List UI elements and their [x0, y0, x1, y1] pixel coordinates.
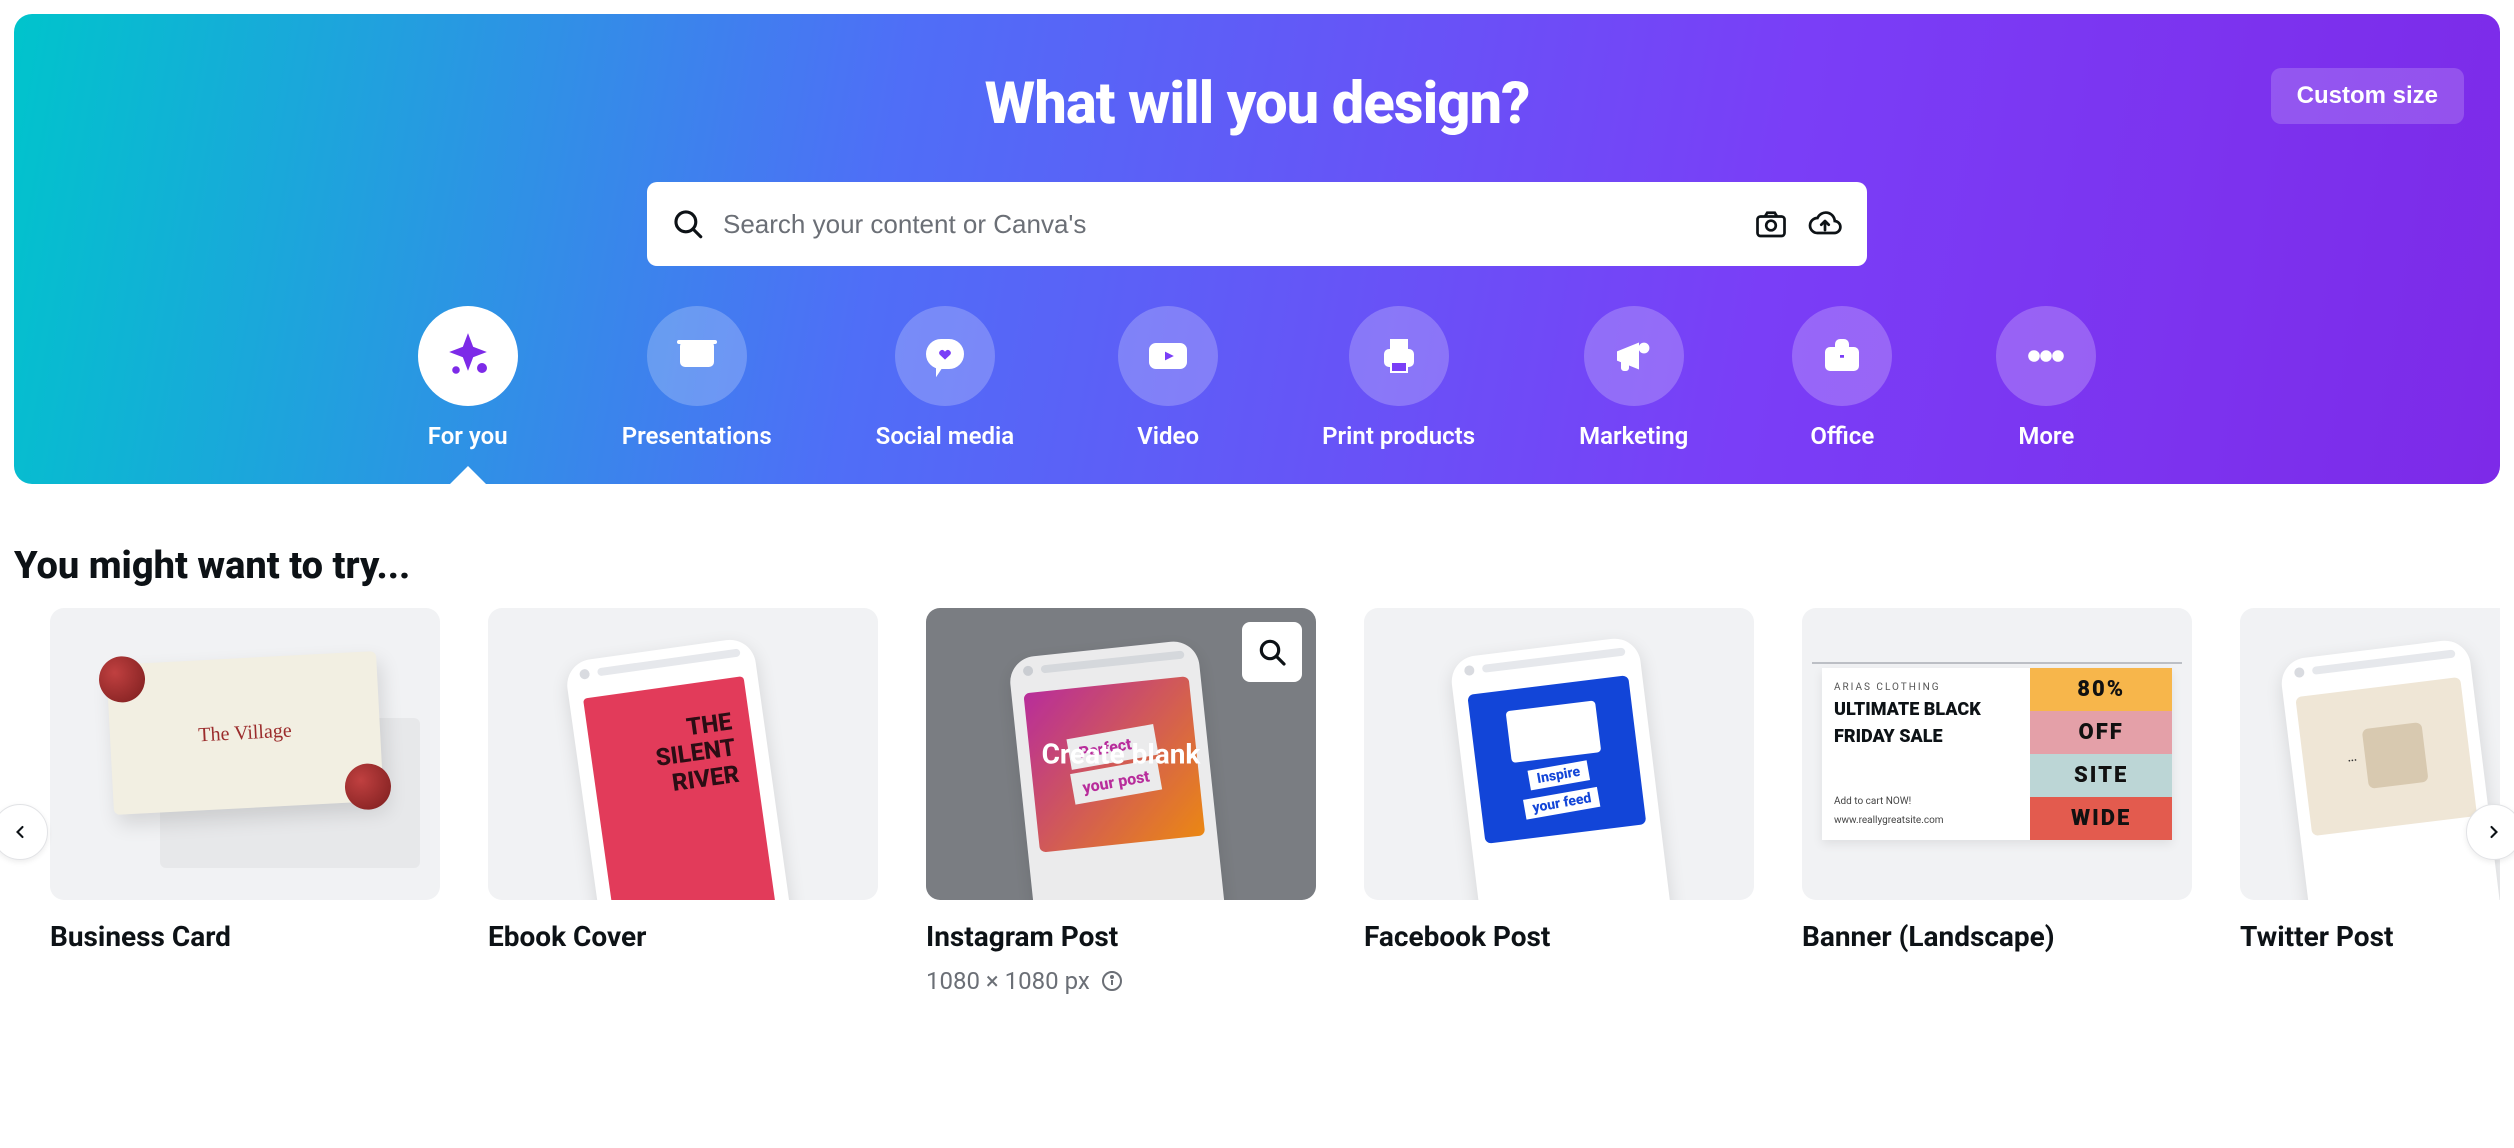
category-icon-circle — [1118, 306, 1218, 406]
template-card-instagram-post: Perfectyour postCreate blank Instagram Po… — [926, 608, 1316, 995]
template-thumbnail[interactable]: Perfectyour postCreate blank — [926, 608, 1316, 900]
category-print-products[interactable]: Print products — [1322, 306, 1475, 450]
template-card-row: The Village Business Card THESILENTRIVER Eb… — [14, 608, 2500, 995]
category-presentations[interactable]: Presentations — [622, 306, 772, 450]
category-more[interactable]: More — [1996, 306, 2096, 450]
category-label: For you — [428, 422, 508, 450]
info-icon[interactable] — [1100, 969, 1124, 993]
carousel-next-button[interactable] — [2466, 804, 2514, 860]
category-for-you[interactable]: For you — [418, 306, 518, 450]
video-icon — [1144, 332, 1192, 380]
search-input[interactable] — [723, 209, 1735, 240]
search-icon — [671, 207, 705, 241]
presentation-icon — [673, 332, 721, 380]
camera-icon[interactable] — [1753, 206, 1789, 242]
category-label: Office — [1810, 422, 1874, 450]
template-card-business-card: The Village Business Card — [50, 608, 440, 995]
template-title: Ebook Cover — [488, 920, 878, 953]
hero-title: What will you design? — [44, 70, 2470, 138]
category-label: Social media — [876, 422, 1014, 450]
template-title: Facebook Post — [1364, 920, 1754, 953]
cloud-upload-icon[interactable] — [1807, 206, 1843, 242]
more-dots-icon — [2022, 332, 2070, 380]
create-blank-label[interactable]: Create blank — [1042, 738, 1201, 771]
template-card-facebook-post: Inspireyour feed Facebook Post — [1364, 608, 1754, 995]
custom-size-button[interactable]: Custom size — [2271, 68, 2464, 124]
category-label: Marketing — [1579, 422, 1688, 450]
template-thumbnail[interactable]: The Village — [50, 608, 440, 900]
briefcase-icon — [1818, 332, 1866, 380]
category-office[interactable]: Office — [1792, 306, 1892, 450]
heart-bubble-icon — [921, 332, 969, 380]
megaphone-icon — [1610, 332, 1658, 380]
category-icon-circle — [647, 306, 747, 406]
category-video[interactable]: Video — [1118, 306, 1218, 450]
category-icon-circle — [895, 306, 995, 406]
magnify-icon — [1256, 636, 1288, 668]
category-label: Presentations — [622, 422, 772, 450]
category-icon-circle — [1792, 306, 1892, 406]
suggestions-heading: You might want to try... — [14, 544, 2500, 588]
template-dimensions: 1080 × 1080 px — [926, 967, 1316, 995]
template-title: Instagram Post — [926, 920, 1316, 953]
template-title: Business Card — [50, 920, 440, 953]
template-thumbnail[interactable]: ··· — [2240, 608, 2500, 900]
template-title: Twitter Post — [2240, 920, 2500, 953]
category-label: Video — [1137, 422, 1199, 450]
printer-icon — [1375, 332, 1423, 380]
category-icon-circle — [1349, 306, 1449, 406]
suggestions-section: You might want to try... The Village Busi… — [0, 484, 2514, 995]
category-icon-circle — [418, 306, 518, 406]
category-label: Print products — [1322, 422, 1475, 450]
category-marketing[interactable]: Marketing — [1579, 306, 1688, 450]
template-thumbnail[interactable]: ARIAS CLOTHINGULTIMATE BLACKFRIDAY SALEA… — [1802, 608, 2192, 900]
preview-button[interactable] — [1242, 622, 1302, 682]
template-thumbnail[interactable]: Inspireyour feed — [1364, 608, 1754, 900]
category-row: For you Presentations Social media Video Pri… — [44, 306, 2470, 450]
category-label: More — [2018, 422, 2074, 450]
template-card-twitter-post: ··· Twitter Post — [2240, 608, 2500, 995]
template-thumbnail[interactable]: THESILENTRIVER — [488, 608, 878, 900]
hero-banner: Custom size What will you design? For yo… — [14, 14, 2500, 484]
category-icon-circle — [1996, 306, 2096, 406]
search-bar[interactable] — [647, 182, 1867, 266]
sparkle-icon — [444, 332, 492, 380]
template-title: Banner (Landscape) — [1802, 920, 2192, 953]
category-social-media[interactable]: Social media — [876, 306, 1014, 450]
category-icon-circle — [1584, 306, 1684, 406]
template-card-banner-landscape: ARIAS CLOTHINGULTIMATE BLACKFRIDAY SALEA… — [1802, 608, 2192, 995]
template-card-ebook-cover: THESILENTRIVER Ebook Cover — [488, 608, 878, 995]
